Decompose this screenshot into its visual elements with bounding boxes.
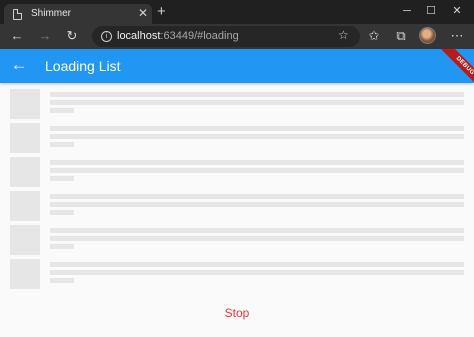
skeleton-line <box>50 126 464 131</box>
more-icon[interactable]: ⋯ <box>448 27 466 45</box>
skeleton-line <box>50 262 464 267</box>
skeleton-line <box>50 134 464 139</box>
file-icon <box>13 9 22 20</box>
add-favorite-star-icon[interactable]: ☆ <box>338 28 349 42</box>
skeleton-line <box>50 168 464 173</box>
back-arrow-icon[interactable]: ← <box>9 55 29 75</box>
skeleton-thumbnail <box>10 89 40 119</box>
reload-icon[interactable]: ↻ <box>63 27 81 45</box>
browser-toolbar: ← → ↻ i localhost:63449/#loading ☆ ✩ ⧉ ⋯ <box>0 24 474 49</box>
app-window: ← Loading List DEBUG Stop <box>0 49 474 337</box>
skeleton-line <box>50 278 74 283</box>
close-tab-icon[interactable]: ✕ <box>138 6 148 20</box>
app-bar: ← Loading List <box>0 49 474 83</box>
skeleton-thumbnail <box>10 225 40 255</box>
skeleton-line <box>50 108 74 113</box>
maximize-icon[interactable]: ☐ <box>421 2 441 20</box>
collections-icon[interactable]: ⧉ <box>392 27 410 45</box>
browser-tab[interactable]: Shimmer ✕ <box>4 4 152 24</box>
list-item <box>10 123 466 157</box>
list-item <box>10 191 466 225</box>
shimmer-list <box>10 89 466 293</box>
browser-titlebar: Shimmer ✕ + ─ ☐ ✕ <box>0 0 474 24</box>
info-icon[interactable]: i <box>101 31 112 42</box>
forward-icon[interactable]: → <box>36 27 54 45</box>
favorites-star-icon[interactable]: ✩ <box>365 27 383 45</box>
skeleton-line <box>50 92 464 97</box>
skeleton-line <box>50 100 464 105</box>
list-item <box>10 225 466 259</box>
list-item <box>10 157 466 191</box>
minimize-icon[interactable]: ─ <box>397 2 417 20</box>
window-close-icon[interactable]: ✕ <box>447 2 467 20</box>
skeleton-line <box>50 270 464 275</box>
skeleton-line <box>50 142 74 147</box>
url-host: localhost <box>117 30 161 42</box>
skeleton-thumbnail <box>10 259 40 289</box>
skeleton-line <box>50 160 464 165</box>
skeleton-thumbnail <box>10 157 40 187</box>
skeleton-line <box>50 176 74 181</box>
skeleton-line <box>50 228 464 233</box>
skeleton-line <box>50 194 464 199</box>
skeleton-line <box>50 210 74 215</box>
profile-avatar[interactable] <box>419 27 436 44</box>
page-title: Loading List <box>45 58 121 74</box>
skeleton-line <box>50 202 464 207</box>
new-tab-plus-icon[interactable]: + <box>157 4 166 19</box>
url-text: localhost:63449/#loading <box>117 30 239 42</box>
tab-title: Shimmer <box>31 8 72 19</box>
stop-button[interactable]: Stop <box>211 302 263 324</box>
address-bar[interactable]: i localhost:63449/#loading ☆ <box>92 26 360 47</box>
list-item <box>10 89 466 123</box>
url-path: :63449/#loading <box>160 30 239 42</box>
back-icon[interactable]: ← <box>8 27 26 45</box>
list-item <box>10 259 466 293</box>
skeleton-line <box>50 244 74 249</box>
skeleton-thumbnail <box>10 123 40 153</box>
skeleton-line <box>50 236 464 241</box>
skeleton-thumbnail <box>10 191 40 221</box>
